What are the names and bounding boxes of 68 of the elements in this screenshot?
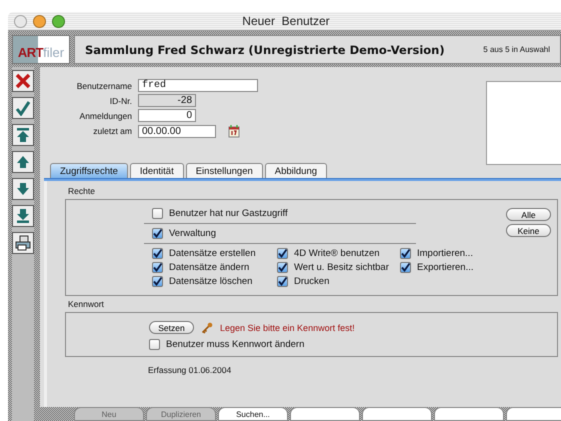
checkbox-label: Exportieren... (417, 262, 474, 273)
checkbox-label: Benutzer muss Kennwort ändern (166, 339, 304, 350)
bottom-button[interactable] (434, 407, 504, 421)
printer-icon (15, 235, 31, 251)
checkbox-label: Importieren... (417, 248, 473, 259)
pill-button[interactable]: Keine (506, 224, 551, 237)
checkbox[interactable] (152, 208, 163, 219)
checkmark-icon (15, 100, 31, 116)
toolbar-button[interactable] (12, 124, 34, 146)
checkbox[interactable] (152, 262, 163, 273)
bottom-button[interactable] (506, 407, 561, 421)
down-arrow-icon (15, 181, 31, 197)
calendar-icon[interactable] (228, 124, 240, 138)
field-label: zuletzt am (92, 126, 132, 136)
toolbar-button[interactable] (12, 151, 34, 173)
logo-suffix: filer (43, 45, 64, 60)
input-field[interactable]: 00.00.00 (138, 124, 216, 138)
toolbar-button[interactable] (12, 232, 34, 254)
bottom-button[interactable]: Suchen... (218, 407, 288, 421)
tab[interactable]: Einstellungen (186, 163, 263, 178)
input-field[interactable]: fred (138, 79, 258, 92)
checkbox-label: 4D Write® benutzen (294, 248, 380, 259)
section-title: Kennwort (67, 298, 105, 311)
checkbox[interactable] (400, 248, 411, 259)
field-label: ID-Nr. (108, 96, 132, 106)
pill-button[interactable]: Alle (506, 208, 551, 221)
checkbox[interactable] (152, 228, 163, 239)
checkbox-label: Drucken (294, 276, 330, 287)
zoom-button[interactable] (52, 14, 65, 28)
checkbox[interactable] (400, 262, 411, 273)
checkbox-label: Verwaltung (169, 228, 216, 239)
checkbox[interactable] (152, 276, 163, 287)
checkbox[interactable] (149, 339, 160, 350)
warning-text: Legen Sie bitte ein Kennwort fest! (220, 322, 355, 332)
collection-title: Sammlung Fred Schwarz (Unregistrierte Demo-Version) (85, 42, 445, 56)
bottom-button[interactable] (362, 407, 432, 421)
checkbox[interactable] (277, 262, 288, 273)
last-record-icon (15, 208, 31, 224)
checkbox-label: Wert u. Besitz sichtbar (294, 262, 389, 273)
checkbox[interactable] (152, 248, 163, 259)
input-field[interactable]: -28 (138, 94, 196, 107)
checkbox[interactable] (277, 248, 288, 259)
checkbox[interactable] (277, 276, 288, 287)
selection-count: 5 aus 5 in Auswahl (483, 45, 550, 54)
input-field[interactable]: 0 (138, 109, 196, 122)
checkbox-label: Datensätze erstellen (169, 248, 256, 259)
up-arrow-icon (15, 154, 31, 170)
created-date: Erfassung 01.06.2004 (147, 364, 232, 375)
checkbox-label: Benutzer hat nur Gastzugriff (169, 208, 288, 219)
tab[interactable]: Zugriffsrechte (50, 163, 128, 178)
minimize-button[interactable] (33, 14, 46, 28)
bottom-button[interactable] (290, 407, 360, 421)
toolbar-button[interactable] (12, 70, 34, 92)
first-record-icon (15, 127, 31, 143)
tab[interactable]: Identität (130, 163, 184, 178)
field-label: Benutzername (76, 80, 132, 90)
key-icon (201, 322, 213, 334)
toolbar-button[interactable] (12, 97, 34, 119)
section-title: Rechte (67, 185, 96, 198)
set-button[interactable]: Setzen (149, 321, 194, 334)
checkbox-label: Datensätze löschen (169, 276, 252, 287)
toolbar-button[interactable] (12, 178, 34, 200)
checkbox-label: Datensätze ändern (169, 262, 250, 273)
tab[interactable]: Abbildung (264, 163, 328, 178)
toolbar-button[interactable] (12, 205, 34, 227)
delete-icon (15, 73, 31, 89)
window-title: Neuer Benutzer (241, 14, 331, 28)
field-label: Anmeldungen (78, 110, 132, 120)
